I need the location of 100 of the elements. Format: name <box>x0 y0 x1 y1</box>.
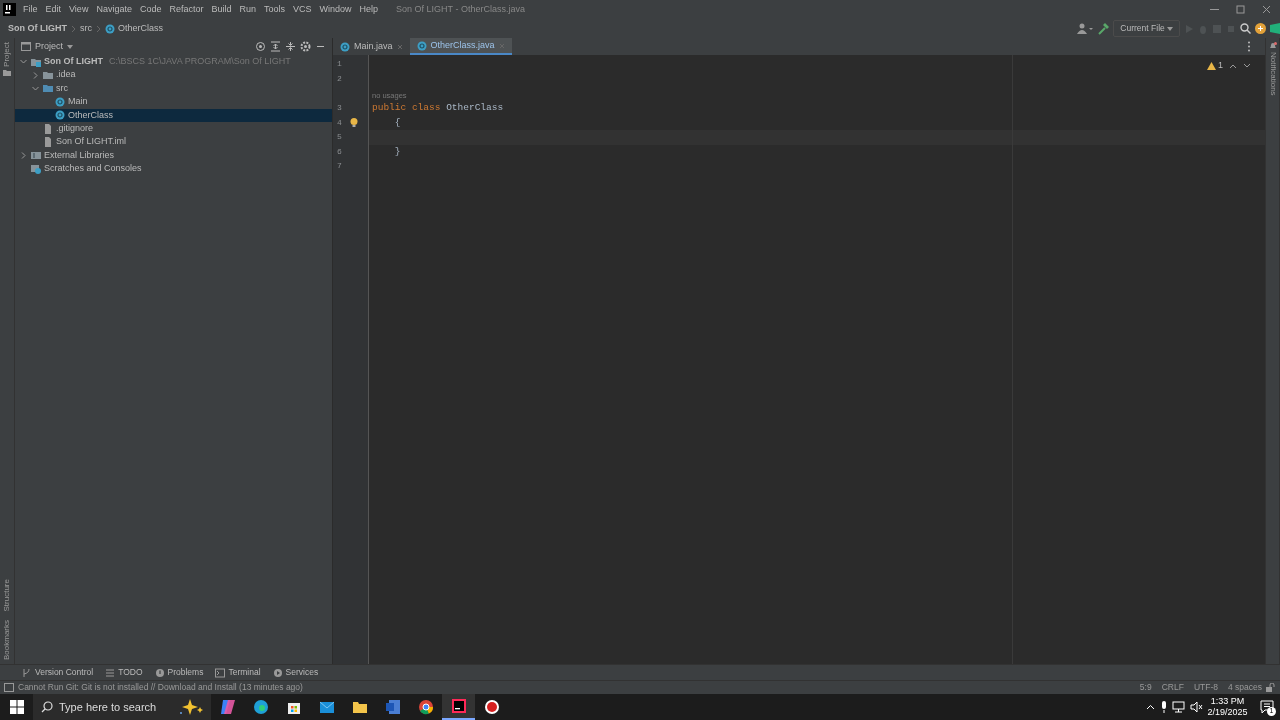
caret-icon[interactable] <box>67 44 73 49</box>
tree-item[interactable]: Son Of LIGHT.iml <box>15 135 332 149</box>
folder-icon <box>3 69 11 77</box>
list-icon <box>105 667 116 678</box>
tool-window-label[interactable]: Bookmarks <box>1 620 13 660</box>
library-icon <box>31 150 41 161</box>
menu-item[interactable]: Code <box>135 2 166 17</box>
line-number: 5 <box>337 131 342 144</box>
bell-icon[interactable] <box>1268 42 1277 50</box>
line-number: 7 <box>337 160 342 173</box>
document-icon[interactable] <box>383 698 402 716</box>
menu-item[interactable]: Tools <box>260 2 289 17</box>
editor-tab[interactable]: Main.java <box>333 38 410 55</box>
collapse-all-icon[interactable] <box>285 41 296 52</box>
menu-item[interactable]: Refactor <box>165 2 208 17</box>
status-item[interactable]: CRLF <box>1161 681 1184 694</box>
speaker-muted-icon[interactable] <box>1189 701 1203 713</box>
update-icon[interactable] <box>1255 23 1266 34</box>
browser-icon[interactable] <box>416 698 435 716</box>
folder-icon <box>43 83 53 94</box>
class-icon <box>105 23 115 34</box>
browser-icon[interactable] <box>251 698 270 716</box>
file-icon <box>43 137 53 148</box>
user-icon[interactable] <box>1077 22 1094 35</box>
menu-item[interactable]: View <box>65 2 93 17</box>
record-icon[interactable] <box>482 698 501 716</box>
line-number: 1 <box>337 58 342 71</box>
status-item[interactable]: 5:9 <box>1139 681 1152 694</box>
tree-item[interactable]: Scratches and Consoles <box>15 162 332 176</box>
locate-icon[interactable] <box>255 41 266 52</box>
warning-icon <box>1206 61 1216 70</box>
up-icon[interactable] <box>1229 62 1237 69</box>
clock-date[interactable]: 2/19/2025 <box>1207 707 1248 719</box>
ide-icon[interactable] <box>449 697 468 715</box>
caret-icon <box>1167 26 1173 31</box>
breadcrumb[interactable]: Son Of LIGHT <box>8 21 67 36</box>
tree-item[interactable]: .idea <box>15 68 332 82</box>
expand-all-icon[interactable] <box>270 41 281 52</box>
tree-item[interactable]: External Libraries <box>15 148 332 163</box>
panel-icon <box>21 42 31 51</box>
settings-icon[interactable] <box>300 41 311 52</box>
tool-window-label[interactable]: Structure <box>1 578 13 611</box>
menu-item[interactable]: VCS <box>289 2 316 17</box>
editor-tab[interactable]: OtherClass.java <box>409 38 512 55</box>
run-config-dropdown[interactable]: Current File <box>1113 20 1180 37</box>
class-icon <box>416 40 427 51</box>
chevron-icon <box>96 24 101 33</box>
search-icon[interactable] <box>1240 23 1251 34</box>
panel-title[interactable]: Project <box>35 39 63 54</box>
status-item[interactable]: UTF-8 <box>1193 681 1218 694</box>
file-icon <box>43 123 53 134</box>
line-number: 4 <box>337 116 342 129</box>
start-icon[interactable] <box>9 700 24 714</box>
menu-item[interactable]: Window <box>315 2 356 17</box>
breadcrumb[interactable]: OtherClass <box>105 21 163 36</box>
folder-icon <box>43 70 53 81</box>
tool-window-tab[interactable]: Terminal <box>215 666 261 679</box>
down-icon[interactable] <box>1243 62 1251 69</box>
window-title: Son Of LIGHT - OtherClass.java <box>396 2 525 16</box>
tool-window-label[interactable]: Notifications <box>1266 52 1279 96</box>
code-line[interactable]: public class OtherClass <box>372 100 504 116</box>
code-line[interactable]: } <box>372 144 401 159</box>
tree-item[interactable]: .gitignore <box>15 121 332 136</box>
hammer-icon[interactable] <box>1097 22 1110 35</box>
lightbulb-icon[interactable] <box>349 118 358 128</box>
search-icon <box>41 701 53 713</box>
network-icon[interactable] <box>1172 701 1186 713</box>
terminal-icon <box>215 667 226 678</box>
menu-item[interactable]: Run <box>235 2 260 17</box>
tree-item[interactable]: OtherClass <box>15 108 332 122</box>
menu-item[interactable]: Navigate <box>92 2 136 17</box>
line-number: 2 <box>337 72 342 85</box>
tree-item[interactable]: Main <box>15 95 332 109</box>
tool-window-tab[interactable]: Version Control <box>22 666 94 679</box>
plugin-logo-icon[interactable] <box>1270 23 1280 34</box>
class-icon <box>340 41 350 52</box>
status-icon[interactable] <box>4 683 14 692</box>
chevron-up-icon[interactable] <box>1146 704 1156 710</box>
warning-count[interactable]: 1 <box>1206 59 1223 73</box>
tool-window-tab[interactable]: Services <box>272 666 319 679</box>
clock-time[interactable]: 1:33 PM <box>1207 695 1248 707</box>
tool-window-tab[interactable]: Problems <box>154 666 204 679</box>
menu-item[interactable]: File <box>19 2 42 17</box>
tool-window-tab[interactable]: TODO <box>105 666 143 679</box>
tool-window-label[interactable]: Project <box>1 42 13 67</box>
menu-item[interactable]: Edit <box>41 2 66 17</box>
status-message[interactable]: Cannot Run Git: Git is not installed // Download and Install (13 minutes ago) <box>18 681 303 694</box>
copilot-icon[interactable] <box>218 698 237 716</box>
breadcrumb[interactable]: src <box>80 21 92 36</box>
notification-icon[interactable] <box>1260 700 1274 714</box>
sparkle-icon <box>179 698 205 716</box>
menu-item[interactable]: Help <box>355 2 383 17</box>
menu-item[interactable]: Build <box>207 2 236 17</box>
tree-item[interactable]: src <box>15 81 332 96</box>
search-field[interactable]: Type here to search <box>33 694 211 720</box>
microphone-icon[interactable] <box>1159 701 1168 713</box>
class-icon <box>55 96 65 107</box>
status-item[interactable]: 4 spaces <box>1227 681 1262 694</box>
lock-icon[interactable] <box>1266 683 1276 692</box>
code-line[interactable]: { <box>372 115 401 130</box>
